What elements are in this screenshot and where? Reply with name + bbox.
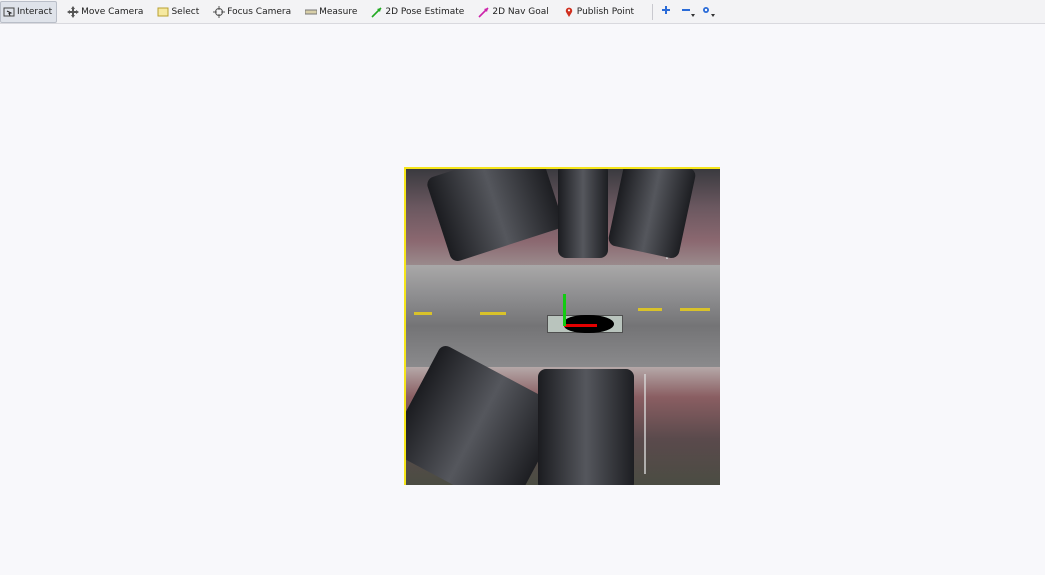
interact-tool-label: Interact xyxy=(17,6,53,17)
toolbar-separator xyxy=(652,3,654,20)
remove-tool-button[interactable] xyxy=(681,5,696,18)
2d-pose-estimate-tool-label: 2D Pose Estimate xyxy=(385,6,465,17)
select-tool-label: Select xyxy=(171,6,200,17)
select-icon xyxy=(157,6,169,18)
2d-pose-estimate-tool-button[interactable]: 2D Pose Estimate xyxy=(369,1,468,23)
publish-point-tool-button[interactable]: Publish Point xyxy=(561,1,638,23)
lane-marking xyxy=(480,312,506,315)
select-tool-button[interactable]: Select xyxy=(155,1,203,23)
interact-icon xyxy=(3,6,15,18)
measure-tool-button[interactable]: Measure xyxy=(303,1,361,23)
camera-view-icon xyxy=(701,5,711,18)
focus-camera-icon xyxy=(213,5,226,18)
interact-tool-button[interactable]: Interact xyxy=(0,0,58,23)
lane-marking xyxy=(414,312,432,315)
move-camera-icon xyxy=(67,5,80,18)
parked-car xyxy=(538,369,634,485)
pose-arrow-icon xyxy=(371,6,383,18)
3d-viewport-image[interactable] xyxy=(404,167,720,485)
tools-toolbar: Interact Move Camera Select Focus Camera… xyxy=(0,0,1045,24)
add-tool-icon xyxy=(661,5,671,18)
remove-tool-icon xyxy=(681,5,691,18)
map-pin-icon xyxy=(563,6,575,18)
measure-icon xyxy=(305,6,318,18)
camera-view-button[interactable] xyxy=(701,5,716,18)
2d-nav-goal-tool-label: 2D Nav Goal xyxy=(492,6,549,17)
move-camera-tool-button[interactable]: Move Camera xyxy=(65,1,147,23)
focus-camera-tool-button[interactable]: Focus Camera xyxy=(211,1,295,23)
y-axis-marker xyxy=(563,294,566,326)
chevron-down-icon xyxy=(711,14,716,17)
move-camera-tool-label: Move Camera xyxy=(81,6,144,17)
parking-line xyxy=(644,374,646,474)
lane-marking xyxy=(638,308,662,311)
parked-car xyxy=(558,169,608,258)
publish-point-tool-label: Publish Point xyxy=(576,6,635,17)
2d-nav-goal-tool-button[interactable]: 2D Nav Goal xyxy=(476,1,552,23)
measure-tool-label: Measure xyxy=(319,6,358,17)
focus-camera-tool-label: Focus Camera xyxy=(227,6,292,17)
chevron-down-icon xyxy=(691,14,696,17)
lane-marking xyxy=(680,308,710,311)
nav-goal-arrow-icon xyxy=(478,6,490,18)
x-axis-marker xyxy=(564,324,597,327)
add-tool-button[interactable] xyxy=(661,5,671,18)
